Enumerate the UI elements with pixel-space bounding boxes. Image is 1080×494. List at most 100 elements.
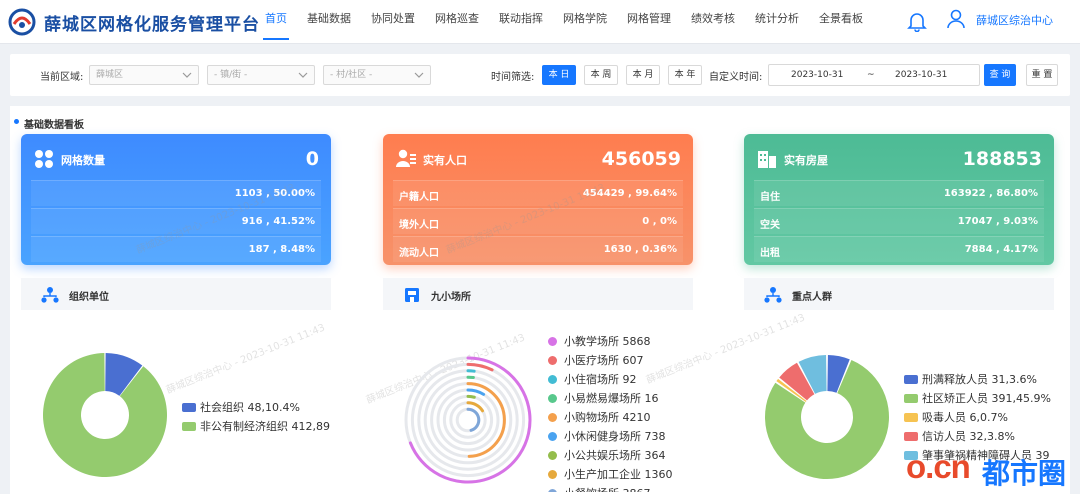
section-dot	[14, 119, 19, 124]
radial-bar[interactable]	[466, 388, 486, 396]
legend-swatch	[548, 489, 557, 492]
legend-item[interactable]: 刑满释放人员 31,3.6%	[904, 370, 1056, 389]
card-row: 916 , 41.52%	[31, 208, 321, 234]
chevron-down-icon	[414, 72, 424, 78]
legend-label: 小公共娱乐场所 364	[564, 449, 666, 462]
legend-label: 吸毒人员 6,0.7%	[922, 411, 1008, 424]
key-people-subhead[interactable]: 重点人群	[744, 278, 1054, 310]
row-value: 1630 , 0.36%	[603, 244, 677, 255]
query-button[interactable]: 查 询	[984, 64, 1016, 86]
population-card[interactable]: 实有人口 456059 户籍人口 454429 , 99.64% 境外人口 0 …	[383, 134, 693, 265]
date-range-input[interactable]: 2023-10-31 ~ 2023-10-31	[768, 64, 980, 86]
row-value: 0 , 0%	[642, 216, 677, 227]
row-value: 163922 , 86.80%	[943, 188, 1038, 199]
people-tree-icon	[764, 287, 782, 303]
nav-tab[interactable]: 基础数据	[297, 0, 361, 44]
legend-swatch	[182, 422, 196, 431]
row-label: 自住	[760, 192, 780, 203]
card-row: 出租 7884 , 4.17%	[754, 236, 1044, 262]
legend-label: 小餐饮场所 3867	[564, 487, 651, 492]
radial-track	[417, 369, 519, 471]
legend-label: 社区矫正人员 391,45.9%	[922, 392, 1051, 405]
nav-tab[interactable]: 首页	[255, 0, 297, 44]
legend-item[interactable]: 小餐饮场所 3867	[546, 484, 706, 492]
org-subhead[interactable]: 组织单位	[21, 278, 331, 310]
key-people-subhead-label: 重点人群	[792, 292, 832, 303]
legend-item[interactable]: 社区矫正人员 391,45.9%	[904, 389, 1056, 408]
places-subhead[interactable]: 九小场所	[383, 278, 693, 310]
places-legend: 小教学场所 5868 小医疗场所 607 小住宿场所 92 小易燃易爆场所 16 小购物…	[546, 332, 706, 492]
site-brand-logo: o.cn 都市圈	[906, 448, 1078, 492]
legend-label: 小生产加工企业 1360	[564, 468, 673, 481]
legend-item[interactable]: 社会组织 48,10.4%	[182, 398, 332, 417]
legend-item[interactable]: 吸毒人员 6,0.7%	[904, 408, 1056, 427]
radial-bar[interactable]	[466, 362, 494, 372]
legend-item[interactable]: 小购物场所 4210	[546, 408, 706, 427]
nav-tab[interactable]: 统计分析	[745, 0, 809, 44]
legend-swatch	[904, 394, 918, 403]
nav-tab[interactable]: 联动指挥	[489, 0, 553, 44]
card-row: 自住 163922 , 86.80%	[754, 180, 1044, 206]
legend-item[interactable]: 非公有制经济组织 412,89	[182, 417, 332, 436]
row-value: 187 , 8.48%	[248, 244, 315, 255]
legend-swatch	[548, 432, 557, 441]
legend-item[interactable]: 小生产加工企业 1360	[546, 465, 706, 484]
brand-name: 都市圈	[982, 457, 1067, 490]
grid-count-card[interactable]: 网格数量 0 1103 , 50.00% 916 , 41.52% 187 , …	[21, 134, 331, 265]
card-row: 空关 17047 , 9.03%	[754, 208, 1044, 234]
donut-slice[interactable]	[43, 353, 168, 477]
chevron-down-icon	[182, 72, 192, 78]
key-people-donut-chart	[765, 355, 889, 479]
legend-item[interactable]: 小易燃易爆场所 16	[546, 389, 706, 408]
time-week-button[interactable]: 本 周	[584, 65, 618, 85]
housing-card[interactable]: 实有房屋 188853 自住 163922 , 86.80% 空关 17047 …	[744, 134, 1054, 265]
radial-bar[interactable]	[466, 394, 476, 399]
nav-tab[interactable]: 全景看板	[809, 0, 873, 44]
nav-tab[interactable]: 协同处置	[361, 0, 425, 44]
row-value: 454429 , 99.64%	[582, 188, 677, 199]
legend-swatch	[548, 337, 557, 346]
legend-item[interactable]: 信访人员 32,3.8%	[904, 427, 1056, 446]
legend-swatch	[904, 432, 918, 441]
legend-swatch	[548, 470, 557, 479]
card-title: 网格数量	[61, 154, 105, 167]
radial-bar[interactable]	[466, 407, 481, 432]
legend-swatch	[548, 451, 557, 460]
card-row: 1103 , 50.00%	[31, 180, 321, 206]
org-legend: 社会组织 48,10.4% 非公有制经济组织 412,89	[182, 398, 332, 436]
nav-tab[interactable]: 绩效考核	[681, 0, 745, 44]
main-nav: 首页 基础数据 协同处置 网格巡查 联动指挥 网格学院 网格管理 绩效考核 统计分析 全景看板	[255, 0, 873, 44]
user-name[interactable]: 薛城区综治中心	[976, 12, 1053, 28]
card-row: 境外人口 0 , 0%	[393, 208, 683, 234]
legend-label: 社会组织 48,10.4%	[200, 401, 300, 414]
village-select[interactable]: - 村/社区 -	[323, 65, 431, 85]
district-value: 薛城区	[96, 70, 124, 80]
reset-button[interactable]: 重 置	[1026, 64, 1058, 86]
town-select[interactable]: - 镇/街 -	[207, 65, 315, 85]
legend-swatch	[548, 356, 557, 365]
legend-label: 小易燃易爆场所 16	[564, 392, 659, 405]
legend-item[interactable]: 小医疗场所 607	[546, 351, 706, 370]
card-row: 户籍人口 454429 , 99.64%	[393, 180, 683, 206]
bell-icon[interactable]	[906, 10, 928, 32]
card-total: 456059	[601, 148, 681, 170]
row-value: 7884 , 4.17%	[964, 244, 1038, 255]
nav-tab[interactable]: 网格管理	[617, 0, 681, 44]
nav-tab[interactable]: 网格巡查	[425, 0, 489, 44]
time-year-button[interactable]: 本 年	[668, 65, 702, 85]
legend-item[interactable]: 小休闲健身场所 738	[546, 427, 706, 446]
time-month-button[interactable]: 本 月	[626, 65, 660, 85]
legend-swatch	[548, 394, 557, 403]
district-select[interactable]: 薛城区	[89, 65, 199, 85]
app-title: 薛城区网格化服务管理平台	[44, 15, 260, 35]
legend-item[interactable]: 小教学场所 5868	[546, 332, 706, 351]
legend-item[interactable]: 小住宿场所 92	[546, 370, 706, 389]
legend-label: 小医疗场所 607	[564, 354, 644, 367]
top-header: 薛城区网格化服务管理平台 首页 基础数据 协同处置 网格巡查 联动指挥 网格学院 网格管理绩…	[0, 0, 1080, 44]
nav-tab[interactable]: 网格学院	[553, 0, 617, 44]
user-icon[interactable]	[945, 8, 967, 30]
radial-track	[410, 362, 526, 478]
legend-item[interactable]: 小公共娱乐场所 364	[546, 446, 706, 465]
filter-bar: 当前区域: 薛城区 - 镇/街 - - 村/社区 - 时间筛选: 本 日 本 周…	[10, 54, 1070, 96]
time-today-button[interactable]: 本 日	[542, 65, 576, 85]
